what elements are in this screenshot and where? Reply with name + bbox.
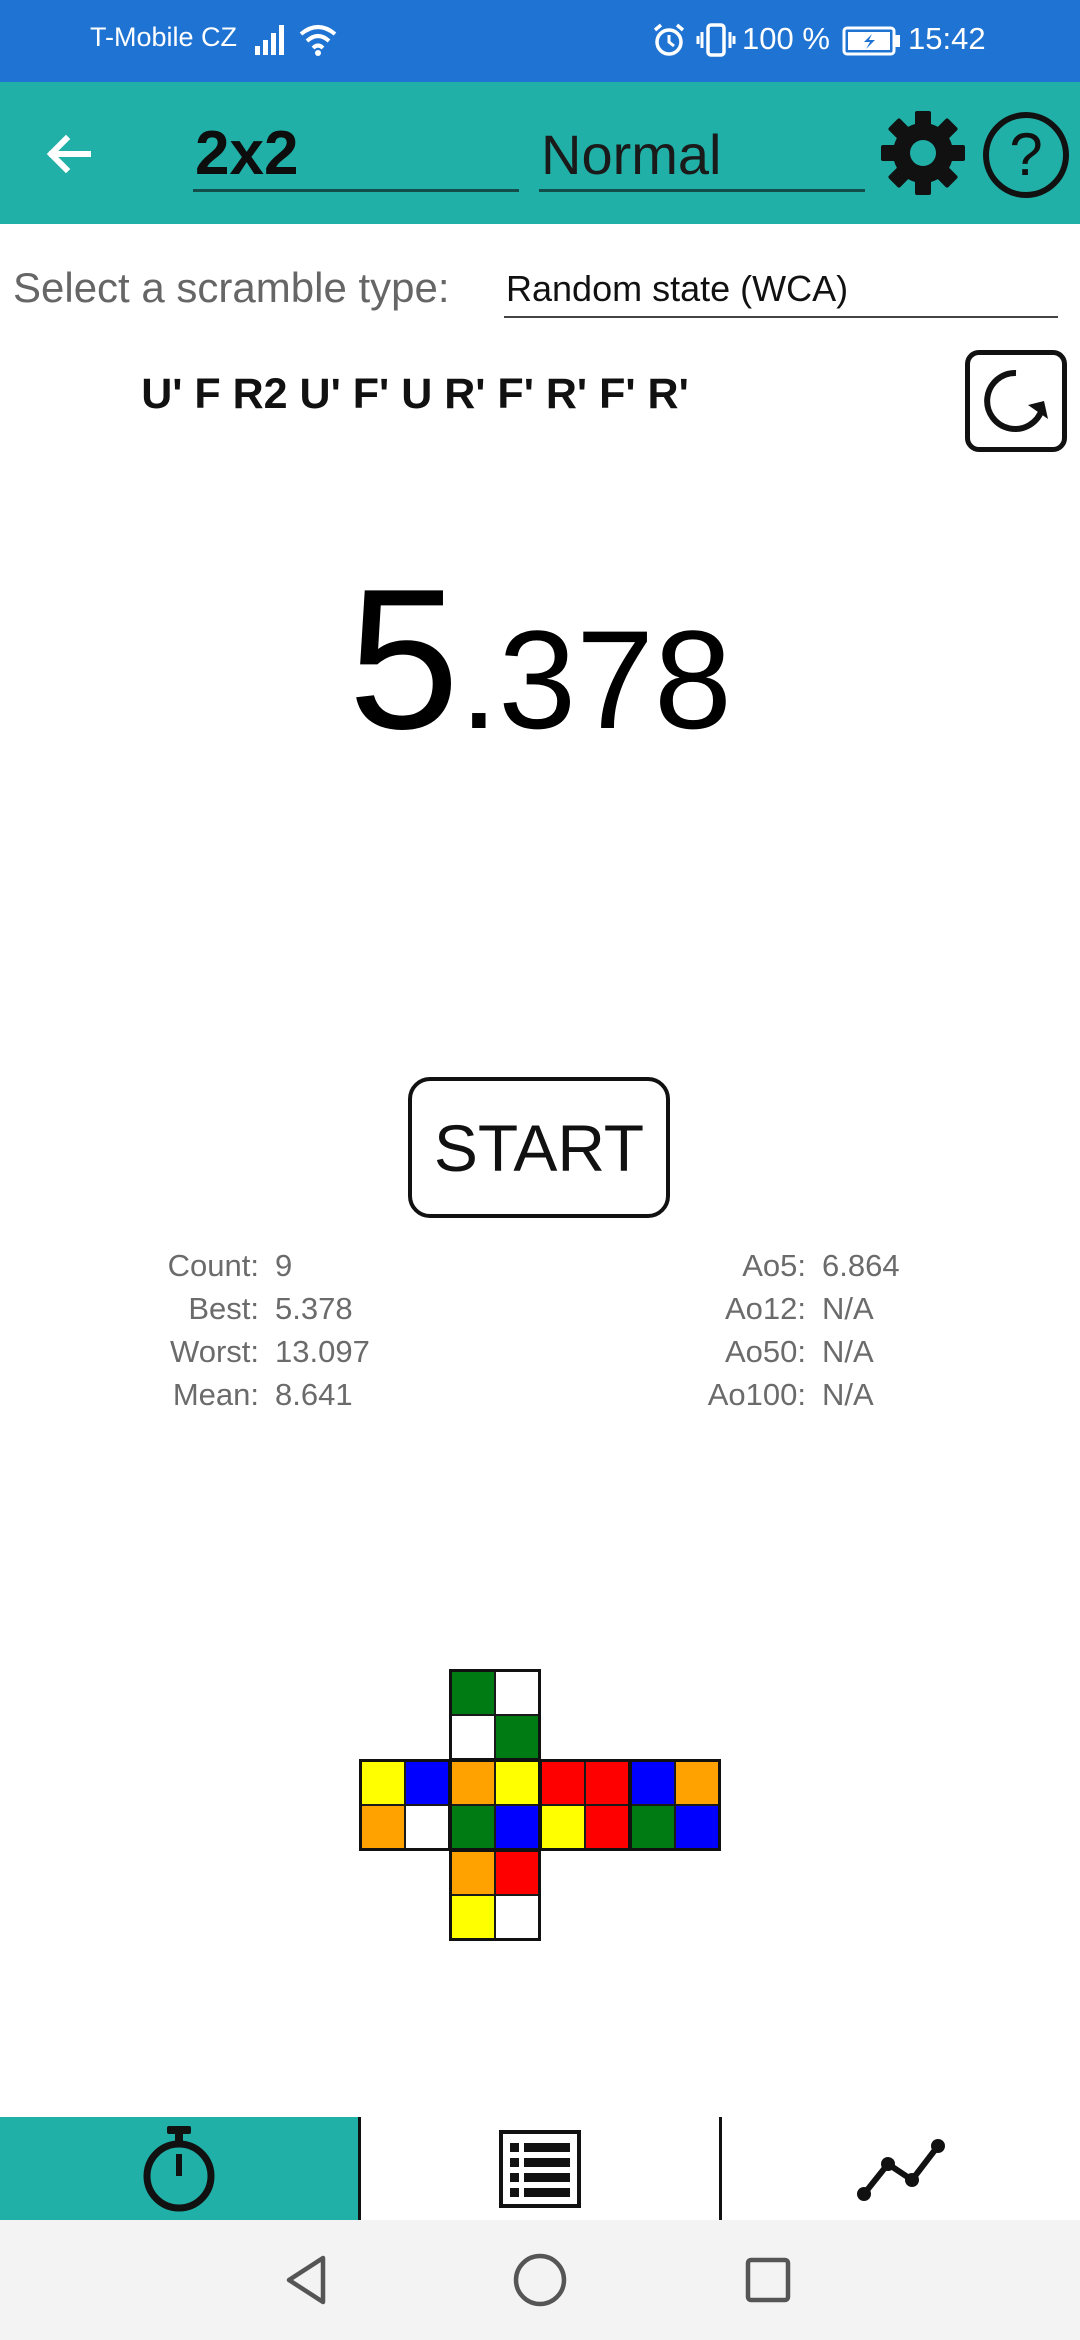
puzzle-type-dropdown[interactable]: 2x2 <box>193 112 519 192</box>
stat-label: Count: <box>167 1248 259 1283</box>
back-arrow-icon[interactable] <box>38 122 102 186</box>
stat-label: Best: <box>188 1291 259 1326</box>
stat-label: Ao12: <box>724 1291 806 1326</box>
cube-sticker <box>450 1760 495 1805</box>
alarm-icon <box>653 23 685 56</box>
clock-time: 15:42 <box>908 21 986 56</box>
cube-sticker <box>450 1895 495 1940</box>
cube-sticker <box>405 1760 450 1805</box>
new-scramble-button[interactable] <box>965 350 1067 452</box>
graph-icon <box>857 2138 945 2201</box>
cube-sticker <box>495 1895 540 1940</box>
stat-value: 13.097 <box>275 1334 370 1369</box>
stat-value: N/A <box>822 1377 874 1412</box>
tab-times-list[interactable] <box>361 2117 719 2220</box>
cube-sticker <box>675 1805 720 1850</box>
cube-sticker <box>495 1805 540 1850</box>
scramble-sequence: U' F R2 U' F' U R' F' R' F' R' <box>141 370 689 418</box>
nav-home-icon[interactable] <box>508 2248 572 2312</box>
cube-sticker <box>630 1760 675 1805</box>
cube-sticker <box>450 1670 495 1715</box>
stat-label: Ao100: <box>707 1377 806 1412</box>
stats-right-column: Ao5: 6.864 Ao12: N/A Ao50: N/A Ao100: N/A <box>660 1248 900 1420</box>
stat-value: 5.378 <box>275 1291 353 1326</box>
stat-row: Ao12: N/A <box>660 1291 900 1334</box>
cube-sticker <box>630 1805 675 1850</box>
cube-sticker <box>450 1805 495 1850</box>
status-bar: T-Mobile CZ 100 % 15:42 <box>0 0 1080 82</box>
cube-sticker <box>360 1805 405 1850</box>
wifi-icon <box>299 25 337 56</box>
bottom-navigation <box>0 2117 1080 2220</box>
system-navigation-bar <box>0 2220 1080 2340</box>
battery-percent: 100 % <box>742 21 830 56</box>
cube-sticker <box>540 1805 585 1850</box>
nav-back-icon[interactable] <box>275 2248 339 2312</box>
start-button[interactable]: START <box>408 1077 670 1218</box>
stat-label: Worst: <box>170 1334 259 1369</box>
stats-left-column: Count: 9 Best: 5.378 Worst: 13.097 Mean: 8.6… <box>100 1248 370 1420</box>
stat-value: N/A <box>822 1334 874 1369</box>
stopwatch-icon <box>143 2125 215 2211</box>
cube-sticker <box>495 1760 540 1805</box>
stat-row: Ao100: N/A <box>660 1377 900 1420</box>
cube-sticker <box>405 1805 450 1850</box>
cube-sticker <box>585 1760 630 1805</box>
timer-display: 5.378 <box>0 560 1080 760</box>
scramble-type-dropdown[interactable]: Random state (WCA) <box>504 260 1058 318</box>
stat-value: 8.641 <box>275 1377 353 1412</box>
stat-row: Ao5: 6.864 <box>660 1248 900 1291</box>
stat-value: 6.864 <box>822 1248 900 1283</box>
cube-net-preview <box>359 1669 721 1941</box>
list-icon <box>499 2129 581 2208</box>
nav-recents-icon[interactable] <box>736 2248 800 2312</box>
cube-sticker <box>495 1670 540 1715</box>
timer-mode-dropdown[interactable]: Normal <box>539 112 865 192</box>
start-button-label: START <box>433 1110 645 1185</box>
cube-sticker <box>450 1850 495 1895</box>
scramble-type-label: Select a scramble type: <box>13 264 450 311</box>
puzzle-type-value: 2x2 <box>195 119 299 188</box>
cube-sticker <box>495 1850 540 1895</box>
question-icon: ? <box>1009 121 1043 188</box>
carrier-name: T-Mobile CZ <box>90 22 238 52</box>
stat-row: Count: 9 <box>100 1248 370 1291</box>
cube-sticker <box>540 1760 585 1805</box>
cube-sticker <box>360 1760 405 1805</box>
signal-icon <box>255 25 284 55</box>
cube-sticker <box>495 1715 540 1760</box>
gear-icon[interactable] <box>878 108 968 198</box>
stat-value: N/A <box>822 1291 874 1326</box>
tab-statistics-graph[interactable] <box>722 2117 1080 2220</box>
cube-sticker <box>450 1715 495 1760</box>
vibrate-icon <box>696 23 736 57</box>
timer-mode-value: Normal <box>541 123 722 186</box>
cube-sticker <box>675 1760 720 1805</box>
battery-icon <box>842 26 900 56</box>
stat-value: 9 <box>275 1248 293 1283</box>
scramble-type-value: Random state (WCA) <box>506 268 849 309</box>
timer-seconds: 5 <box>348 548 460 771</box>
cube-sticker <box>585 1805 630 1850</box>
refresh-icon <box>984 369 1048 432</box>
stat-label: Mean: <box>172 1377 259 1412</box>
timer-fraction: .378 <box>459 601 732 758</box>
stat-row: Mean: 8.641 <box>100 1377 370 1420</box>
app-toolbar: 2x2 Normal ? <box>0 82 1080 224</box>
help-button[interactable]: ? <box>983 112 1069 198</box>
stat-row: Worst: 13.097 <box>100 1334 370 1377</box>
stat-label: Ao5: <box>742 1248 806 1283</box>
stat-row: Ao50: N/A <box>660 1334 900 1377</box>
stat-row: Best: 5.378 <box>100 1291 370 1334</box>
tab-timer[interactable] <box>0 2117 358 2220</box>
stat-label: Ao50: <box>724 1334 806 1369</box>
